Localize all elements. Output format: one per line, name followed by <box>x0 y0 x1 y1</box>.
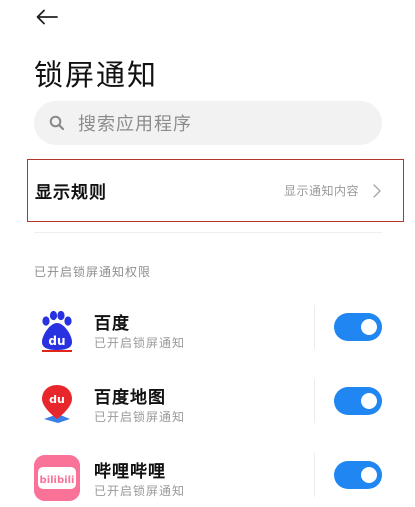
app-row-bilibili: bilibili 哔哩哔哩 已开启锁屏通知 <box>0 445 415 507</box>
app-row-baidu-map: du 百度地图 已开启锁屏通知 <box>0 371 415 443</box>
row-separator <box>314 305 315 349</box>
display-rule-label: 显示规则 <box>35 183 107 203</box>
baidu-map-icon: du <box>34 381 80 427</box>
toggle-knob <box>361 319 377 335</box>
section-header: 已开启锁屏通知权限 <box>34 265 152 279</box>
section-divider <box>34 232 382 233</box>
toggle-knob <box>361 393 377 409</box>
app-row-baidu: du 百度 已开启锁屏通知 <box>0 297 415 369</box>
app-status: 已开启锁屏通知 <box>94 336 186 350</box>
display-rule-value: 显示通知内容 <box>283 184 359 198</box>
bilibili-icon: bilibili <box>34 455 80 501</box>
app-status: 已开启锁屏通知 <box>94 484 186 498</box>
search-icon <box>48 114 66 132</box>
toggle-switch[interactable] <box>334 313 382 341</box>
app-name: 哔哩哔哩 <box>94 462 166 482</box>
toggle-switch[interactable] <box>334 387 382 415</box>
baidu-icon: du <box>34 307 80 353</box>
svg-text:du: du <box>48 334 65 348</box>
app-status: 已开启锁屏通知 <box>94 410 186 424</box>
arrow-left-icon <box>36 9 58 25</box>
toggle-knob <box>361 467 377 483</box>
lock-screen-notification-page: 锁屏通知 搜索应用程序 显示规则 显示通知内容 已开启锁屏通知权限 du 百度 … <box>0 0 415 507</box>
search-input[interactable]: 搜索应用程序 <box>34 101 382 145</box>
row-separator <box>314 379 315 423</box>
display-rule-row[interactable]: 显示规则 显示通知内容 <box>27 159 404 222</box>
svg-text:bilibili: bilibili <box>40 475 75 486</box>
row-separator <box>314 453 315 497</box>
page-title: 锁屏通知 <box>34 58 159 92</box>
back-button[interactable] <box>30 2 64 32</box>
app-name: 百度地图 <box>94 388 166 408</box>
chevron-right-icon <box>373 183 383 198</box>
toggle-switch[interactable] <box>334 461 382 489</box>
search-placeholder: 搜索应用程序 <box>78 114 192 135</box>
app-name: 百度 <box>94 314 130 334</box>
svg-text:du: du <box>49 393 65 406</box>
